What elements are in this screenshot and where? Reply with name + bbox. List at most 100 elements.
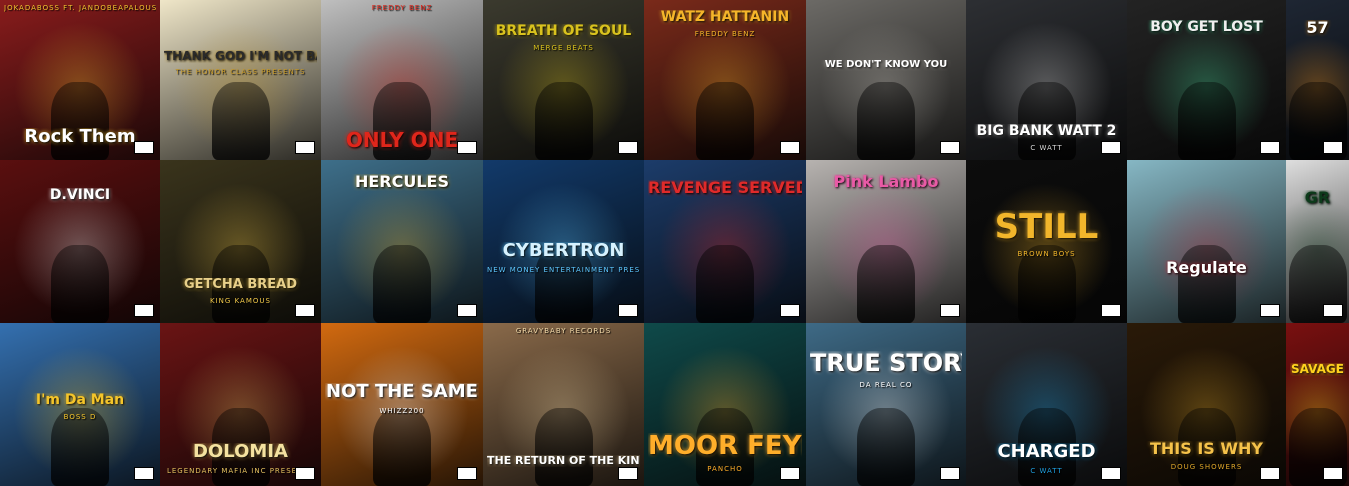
album-cover[interactable]: Regulate <box>1127 160 1286 323</box>
parental-advisory-badge <box>780 467 800 480</box>
album-cover[interactable]: Rock Them JOKADABOSS FT. JANDOBEAPALOUS <box>0 0 160 160</box>
cover-title: CYBERTRON <box>502 242 625 261</box>
parental-advisory-badge <box>780 141 800 154</box>
cover-subtitle: FREDDY BENZ <box>694 30 756 38</box>
cover-title: GR <box>1304 190 1331 207</box>
parental-advisory-badge <box>1323 467 1343 480</box>
album-cover[interactable]: DOLOMIA LEGENDARY MAFIA INC PRESENTS <box>160 323 321 486</box>
cover-title: BIG BANK WATT 2 <box>976 124 1117 139</box>
album-cover[interactable]: BIG BANK WATT 2C WATT <box>966 0 1127 160</box>
album-cover[interactable]: I'm Da Man BOSS D <box>0 323 160 486</box>
cover-subtitle: GRAVYBABY RECORDS <box>515 327 612 335</box>
album-cover[interactable]: THIS IS WHY DOUG SHOWERS <box>1127 323 1286 486</box>
parental-advisory-badge <box>295 141 315 154</box>
parental-advisory-badge <box>780 304 800 317</box>
album-cover[interactable]: NOT THE SAME WHIZZ200 <box>321 323 483 486</box>
cover-title: D.VINCI <box>49 188 111 203</box>
album-cover[interactable]: MOOR FEYER PANCHO <box>644 323 806 486</box>
cover-title: 57 <box>1306 20 1329 37</box>
parental-advisory-badge <box>940 304 960 317</box>
parental-advisory-badge <box>134 304 154 317</box>
cover-title: ONLY ONE <box>345 130 459 151</box>
artist-silhouette <box>857 245 915 323</box>
artist-silhouette <box>857 408 915 486</box>
album-cover[interactable]: BREATH OF SOUL MERGE BEATS <box>483 0 644 160</box>
cover-title: NOT THE SAME <box>326 383 478 402</box>
cover-subtitle: PANCHO <box>707 465 743 473</box>
album-cover[interactable]: STILL BROWN BOYS <box>966 160 1127 323</box>
parental-advisory-badge <box>457 467 477 480</box>
album-cover[interactable]: GETCHA BREAD KING KAMOUS <box>160 160 321 323</box>
cover-title: THE RETURN OF THE KING <box>487 455 640 467</box>
artist-silhouette <box>211 82 270 160</box>
cover-title: WE DON'T KNOW YOU <box>824 60 948 70</box>
album-cover[interactable]: Pink Lambo <box>806 160 966 323</box>
album-cover[interactable]: BOY GET LOST <box>1127 0 1286 160</box>
album-cover[interactable]: TRUE STORY DA REAL CO <box>806 323 966 486</box>
cover-title: GETCHA BREAD <box>183 278 298 292</box>
cover-title: BOY GET LOST <box>1150 20 1263 35</box>
parental-advisory-badge <box>134 141 154 154</box>
cover-title: MOOR FEYER <box>648 433 802 461</box>
parental-advisory-badge <box>1323 141 1343 154</box>
parental-advisory-badge <box>618 141 638 154</box>
cover-subtitle: THE HONOR CLASS PRESENTS <box>175 68 306 76</box>
artist-silhouette <box>373 408 431 486</box>
parental-advisory-badge <box>1101 141 1121 154</box>
album-cover[interactable]: SAVAGE <box>1286 323 1349 486</box>
album-cover[interactable]: CYBERTRON NEW MONEY ENTERTAINMENT PRESENT… <box>483 160 644 323</box>
cover-title: Pink Lambo <box>833 174 939 191</box>
album-cover[interactable]: WATZ HATTANIN FREDDY BENZ <box>644 0 806 160</box>
artist-silhouette <box>1177 82 1236 160</box>
cover-subtitle: JOKADABOSS FT. JANDOBEAPALOUS <box>4 4 156 12</box>
cover-title: WATZ HATTANIN <box>660 10 790 25</box>
cover-title: THIS IS WHY <box>1149 441 1264 458</box>
parental-advisory-badge <box>1260 141 1280 154</box>
cover-title: TRUE STORY <box>810 351 962 377</box>
cover-subtitle: MERGE BEATS <box>533 44 594 52</box>
cover-title: I'm Da Man <box>35 393 125 408</box>
artist-silhouette <box>51 82 109 160</box>
parental-advisory-badge <box>1101 467 1121 480</box>
cover-title: Regulate <box>1166 260 1247 277</box>
artist-silhouette <box>696 245 754 323</box>
parental-advisory-badge <box>1101 304 1121 317</box>
cover-title: BREATH OF SOUL <box>495 24 632 39</box>
cover-title: CHARGED <box>997 443 1096 462</box>
album-cover[interactable]: ONLY ONE FREDDY BENZ <box>321 0 483 160</box>
parental-advisory-badge <box>134 467 154 480</box>
cover-subtitle: BROWN BOYS <box>1017 250 1076 258</box>
parental-advisory-badge <box>1260 467 1280 480</box>
artist-silhouette <box>857 82 915 160</box>
parental-advisory-badge <box>940 141 960 154</box>
cover-subtitle: DA REAL CO <box>859 381 913 389</box>
artist-silhouette <box>534 82 593 160</box>
album-cover[interactable]: HERCULES <box>321 160 483 323</box>
cover-title: STILL <box>994 210 1099 246</box>
album-cover-grid: Rock Them JOKADABOSS FT. JANDOBEAPALOUS TH… <box>0 0 1349 486</box>
parental-advisory-badge <box>1260 304 1280 317</box>
artist-silhouette <box>534 408 593 486</box>
album-cover[interactable]: THANK GOD I'M NOT BASIC THE HONOR CLASS P… <box>160 0 321 160</box>
album-cover[interactable]: D.VINCI <box>0 160 160 323</box>
parental-advisory-badge <box>1323 304 1343 317</box>
cover-subtitle: BOSS D <box>63 413 97 421</box>
album-cover[interactable]: CHARGED C WATT <box>966 323 1127 486</box>
parental-advisory-badge <box>295 467 315 480</box>
parental-advisory-badge <box>457 304 477 317</box>
album-cover[interactable]: GR <box>1286 160 1349 323</box>
parental-advisory-badge <box>618 467 638 480</box>
cover-title: THANK GOD I'M NOT BASIC <box>164 50 317 63</box>
album-cover[interactable]: WE DON'T KNOW YOU <box>806 0 966 160</box>
cover-title: HERCULES <box>354 174 450 191</box>
cover-subtitle: NEW MONEY ENTERTAINMENT PRESENTS <box>487 266 640 274</box>
album-cover[interactable]: 57 <box>1286 0 1349 160</box>
artist-silhouette <box>696 82 754 160</box>
artist-silhouette <box>373 245 431 323</box>
album-cover[interactable]: REVENGE SERVED COLD <box>644 160 806 323</box>
artist-silhouette <box>1177 245 1236 323</box>
cover-subtitle: WHIZZ200 <box>379 407 425 415</box>
album-cover[interactable]: THE RETURN OF THE KING GRAVYBABY RECORDS <box>483 323 644 486</box>
cover-title: REVENGE SERVED COLD <box>648 180 802 197</box>
parental-advisory-badge <box>295 304 315 317</box>
